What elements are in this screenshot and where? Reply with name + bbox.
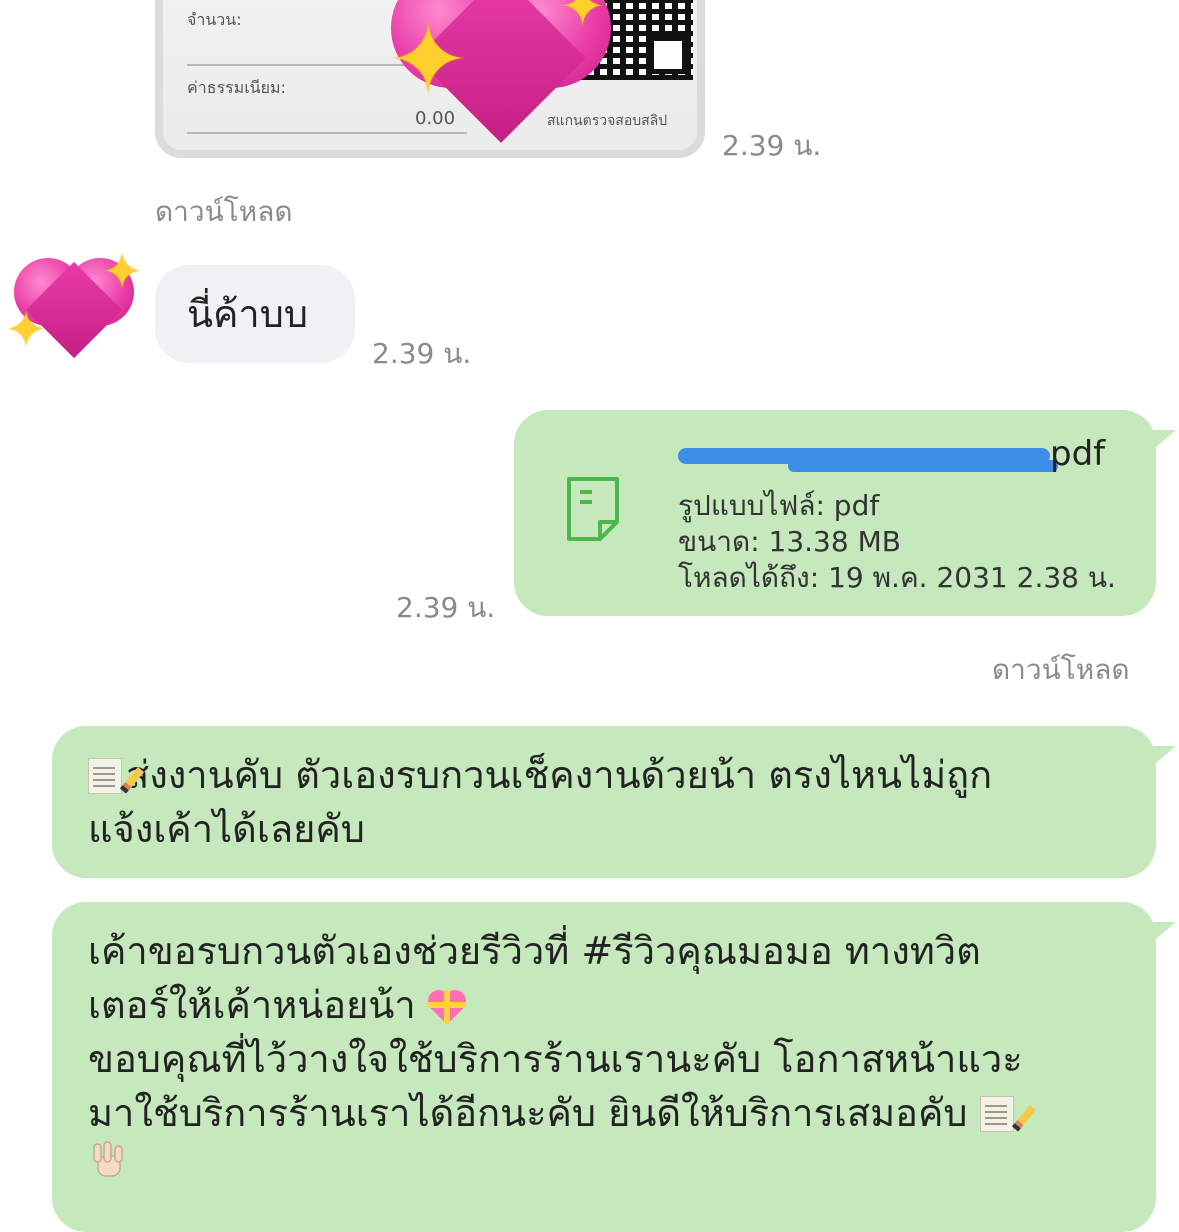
message-line: ขอบคุณที่ไว้วางใจใช้บริการร้านเรานะคับ โ…: [88, 1037, 1023, 1081]
love-you-gesture-icon: [93, 1141, 123, 1177]
message-line: เค้าขอรบกวนตัวเองช่วยรีวิวที่ #รีวิวคุณม…: [88, 929, 981, 973]
file-name: pdf: [678, 434, 1118, 484]
message-time: 2.39 น.: [722, 129, 822, 162]
file-extension: pdf: [1050, 434, 1106, 474]
message-text: เค้าขอรบกวนตัวเองช่วยรีวิวที่ #รีวิวคุณม…: [88, 924, 1023, 1194]
download-link[interactable]: ดาวน์โหลด: [992, 648, 1130, 692]
outgoing-message-bubble[interactable]: เค้าขอรบกวนตัวเองช่วยรีวิวที่ #รีวิวคุณม…: [52, 902, 1156, 1232]
message-line: เตอร์ให้เค้าหน่อยน้า: [88, 983, 416, 1027]
file-size: ขนาด: 13.38 MB: [678, 525, 901, 558]
file-icon: [567, 477, 619, 541]
message-line: ส่งงานคับ ตัวเองรบกวนเช็คงานด้วยน้า ตรงไ…: [126, 753, 993, 797]
incoming-message-bubble[interactable]: นี่ค้าบบ: [155, 265, 355, 363]
bubble-tail: [1150, 430, 1176, 452]
message-text: ส่งงานคับ ตัวเองรบกวนเช็คงานด้วยน้า ตรงไ…: [88, 748, 992, 856]
bubble-tail: [1150, 922, 1176, 944]
avatar[interactable]: ✦ ✦: [6, 244, 144, 384]
redaction-scribble: [788, 460, 1058, 472]
outgoing-message-bubble[interactable]: ส่งงานคับ ตัวเองรบกวนเช็คงานด้วยน้า ตรงไ…: [52, 726, 1156, 878]
memo-icon: [88, 758, 122, 794]
sparkle-icon: ✦: [388, 4, 469, 116]
bubble-tail: [1150, 746, 1176, 768]
sparkle-icon: ✦: [560, 0, 606, 38]
file-message-bubble[interactable]: pdf รูปแบบไฟล์: pdf ขนาด: 13.38 MB โหลดไ…: [514, 410, 1156, 616]
sparkle-icon: ✦: [6, 302, 47, 358]
download-link[interactable]: ดาวน์โหลด: [155, 190, 293, 234]
slip-fee-label: ค่าธรรมเนียม:: [187, 78, 286, 97]
memo-icon: [979, 1096, 1014, 1132]
slip-amount-label: จำนวน:: [187, 10, 242, 29]
sparkle-icon: ✦: [102, 244, 143, 300]
file-expiry: โหลดได้ถึง: 19 พ.ค. 2031 2.38 น.: [678, 561, 1116, 594]
message-time: 2.39 น.: [372, 337, 472, 370]
heart-with-ribbon-icon: [427, 990, 466, 1025]
message-time: 2.39 น.: [396, 591, 496, 624]
message-text: นี่ค้าบบ: [187, 292, 308, 336]
file-type: รูปแบบไฟล์: pdf: [678, 489, 880, 522]
message-line: แจ้งเค้าได้เลยคับ: [88, 807, 365, 851]
message-line: มาใช้บริการร้านเราได้อีกนะคับ ยินดีให้บร…: [88, 1091, 968, 1135]
